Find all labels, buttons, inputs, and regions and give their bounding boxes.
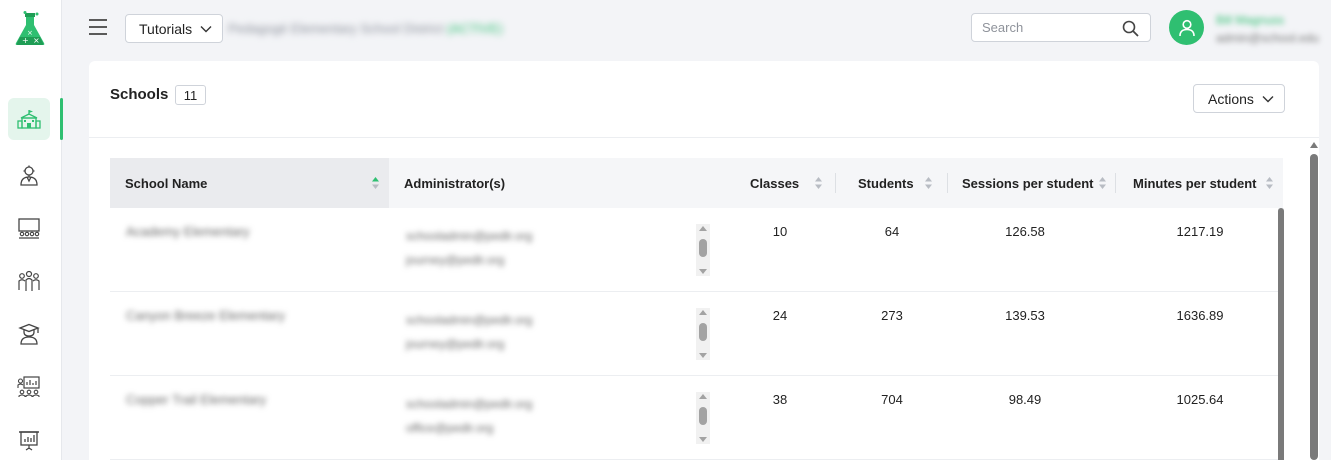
students-cell: 273 xyxy=(881,308,903,323)
admin-email: journey@pedlr.org xyxy=(406,337,505,351)
minutes-cell: 1025.64 xyxy=(1176,392,1224,407)
students-group-icon xyxy=(18,270,40,291)
page-title: Schools xyxy=(110,86,169,103)
minutes-cell: 1636.89 xyxy=(1176,308,1224,323)
nav-item-reports[interactable] xyxy=(8,419,50,460)
search-box xyxy=(971,13,1151,42)
district-status: (ACTIVE) xyxy=(446,21,503,36)
column-label: School Name xyxy=(125,175,208,191)
classes-cell: 38 xyxy=(772,392,788,407)
nav-item-dashboard[interactable] xyxy=(8,366,50,408)
sort-icon[interactable] xyxy=(1098,176,1107,190)
school-icon xyxy=(17,110,41,129)
teacher-icon xyxy=(20,165,38,186)
user-avatar[interactable] xyxy=(1169,10,1204,45)
search-input[interactable] xyxy=(972,14,1112,41)
column-label: Sessions per student xyxy=(962,175,1094,191)
administrators-cell: schooladmin@pedlr.org journey@pedlr.org xyxy=(406,224,532,272)
sort-ascending-icon[interactable] xyxy=(371,176,380,190)
page-scrollbar-thumb[interactable] xyxy=(1310,154,1318,460)
minutes-cell: 1217.19 xyxy=(1176,224,1224,239)
nav-item-classes[interactable] xyxy=(8,207,50,249)
table-header: School Name Administrator(s) Classes Stu… xyxy=(110,158,1283,208)
classes-cell: 10 xyxy=(772,224,788,239)
sort-icon[interactable] xyxy=(1265,176,1274,190)
card-divider xyxy=(89,137,1319,138)
nav-item-teachers[interactable] xyxy=(8,154,50,196)
column-header-school-name[interactable]: School Name xyxy=(110,158,389,208)
nav-item-students[interactable] xyxy=(8,260,50,302)
sessions-cell: 126.58 xyxy=(1005,224,1045,239)
classroom-icon xyxy=(18,218,40,239)
column-header-minutes-per-student[interactable]: Minutes per student xyxy=(1133,158,1274,208)
dashboard-icon xyxy=(17,376,40,397)
column-separator xyxy=(1115,173,1116,193)
user-icon xyxy=(1178,19,1195,36)
administrators-cell: schooladmin@pedlr.org office@pedlr.org xyxy=(406,392,532,440)
students-cell: 704 xyxy=(881,392,903,407)
schools-card: Schools 11 Actions School Name Administr… xyxy=(89,61,1319,460)
column-header-classes[interactable]: Classes xyxy=(750,158,823,208)
school-name-cell[interactable]: Canyon Breeze Elementary xyxy=(126,308,285,323)
table-row[interactable]: Canyon Breeze Elementary schooladmin@ped… xyxy=(110,292,1283,376)
admin-list-scrollbar[interactable] xyxy=(696,392,710,444)
svg-text:×: × xyxy=(27,29,33,37)
table-row[interactable]: Copper Trail Elementary schooladmin@pedl… xyxy=(110,376,1283,460)
column-label: Minutes per student xyxy=(1133,175,1257,191)
column-separator xyxy=(835,173,836,193)
admin-list-scrollbar[interactable] xyxy=(696,308,710,360)
column-header-administrators: Administrator(s) xyxy=(404,158,505,208)
school-name-cell[interactable]: Academy Elementary xyxy=(126,224,250,239)
svg-text:+: + xyxy=(22,36,29,45)
sessions-cell: 98.49 xyxy=(1008,392,1042,407)
district-name: Pedagogé Elementary School District (ACT… xyxy=(228,21,503,36)
nav-item-graduates[interactable] xyxy=(8,313,50,355)
presentation-chart-icon xyxy=(19,431,39,451)
flask-logo-icon[interactable]: + × × xyxy=(13,11,47,47)
chevron-down-icon xyxy=(1262,95,1274,102)
sort-icon[interactable] xyxy=(924,176,933,190)
admin-email: office@pedlr.org xyxy=(406,421,494,435)
table-row[interactable]: Academy Elementary schooladmin@pedlr.org… xyxy=(110,208,1283,292)
district-name-text: Pedagogé Elementary School District xyxy=(228,21,444,36)
user-email: admin@school.edu xyxy=(1216,31,1319,45)
chevron-down-icon xyxy=(200,25,212,32)
tutorials-label: Tutorials xyxy=(139,20,193,37)
nav-item-schools[interactable] xyxy=(8,98,50,140)
actions-label: Actions xyxy=(1208,90,1254,107)
search-icon[interactable] xyxy=(1122,20,1139,37)
column-header-sessions-per-student[interactable]: Sessions per student xyxy=(962,158,1107,208)
sessions-cell: 139.53 xyxy=(1005,308,1045,323)
schools-count-badge: 11 xyxy=(175,85,206,105)
admin-email: schooladmin@pedlr.org xyxy=(406,313,533,327)
svg-text:×: × xyxy=(33,36,40,45)
sidebar: + × × xyxy=(0,0,63,460)
actions-dropdown[interactable]: Actions xyxy=(1193,84,1285,113)
admin-list-scrollbar[interactable] xyxy=(696,224,710,276)
school-name-cell[interactable]: Copper Trail Elementary xyxy=(126,392,266,407)
students-cell: 64 xyxy=(884,224,900,239)
active-nav-indicator xyxy=(60,98,63,140)
column-separator xyxy=(947,173,948,193)
sort-icon[interactable] xyxy=(814,176,823,190)
admin-email: schooladmin@pedlr.org xyxy=(406,229,533,243)
table-scrollbar-thumb[interactable] xyxy=(1278,208,1284,460)
administrators-cell: schooladmin@pedlr.org journey@pedlr.org xyxy=(406,308,532,356)
column-header-students[interactable]: Students xyxy=(858,158,933,208)
column-label: Administrator(s) xyxy=(404,175,506,191)
graduate-icon xyxy=(18,323,40,345)
scroll-up-arrow-icon[interactable] xyxy=(1309,141,1319,149)
admin-email: journey@pedlr.org xyxy=(406,253,505,267)
tutorials-dropdown[interactable]: Tutorials xyxy=(125,14,223,43)
hamburger-menu-icon[interactable] xyxy=(88,18,108,36)
classes-cell: 24 xyxy=(772,308,788,323)
user-name[interactable]: Bill Magnuss xyxy=(1216,13,1284,27)
admin-email: schooladmin@pedlr.org xyxy=(406,397,533,411)
column-label: Students xyxy=(858,175,914,191)
column-label: Classes xyxy=(750,175,800,191)
